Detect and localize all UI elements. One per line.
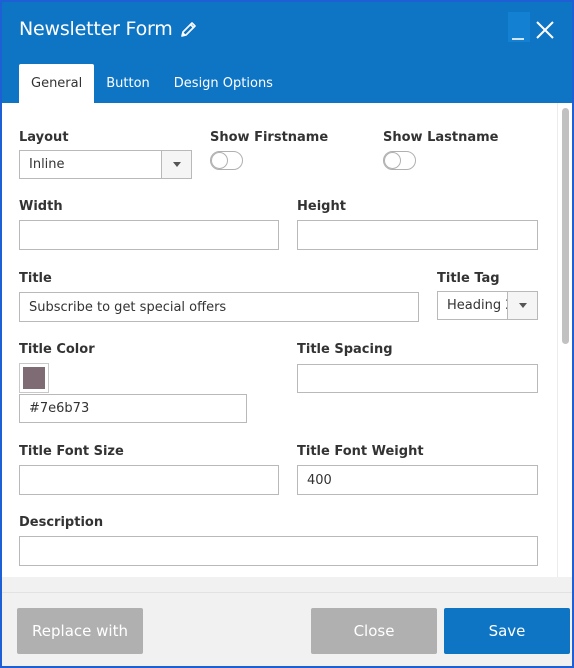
title-spacing-input[interactable] <box>297 364 538 393</box>
title-font-weight-label: Title Font Weight <box>297 444 424 459</box>
modal-title: Newsletter Form <box>19 18 173 40</box>
replace-with-button[interactable]: Replace with <box>17 608 143 654</box>
pencil-icon[interactable] <box>179 19 199 39</box>
title-wrap: Newsletter Form <box>19 18 199 40</box>
chevron-down-icon <box>161 151 191 178</box>
show-firstname-toggle[interactable] <box>210 151 243 170</box>
layout-select-value: Inline <box>29 157 65 172</box>
title-tag-label: Title Tag <box>437 271 500 286</box>
scrollbar-thumb[interactable] <box>562 108 569 344</box>
width-label: Width <box>19 199 63 214</box>
title-tag-select-value: Heading 2 <box>447 298 509 313</box>
title-color-label: Title Color <box>19 342 95 357</box>
title-label: Title <box>19 271 52 286</box>
title-tag-select[interactable]: Heading 2 <box>437 291 538 320</box>
color-swatch[interactable] <box>19 363 49 393</box>
title-color-input[interactable]: #7e6b73 <box>19 394 247 423</box>
height-label: Height <box>297 199 346 214</box>
tab-general[interactable]: General <box>19 64 95 103</box>
close-button[interactable]: Close <box>311 608 437 654</box>
height-input[interactable] <box>297 220 538 250</box>
title-spacing-label: Title Spacing <box>297 342 393 357</box>
color-swatch-fill <box>23 367 45 389</box>
minimize-icon[interactable] <box>508 12 530 42</box>
modal-header: Newsletter Form General Button Design Op… <box>2 2 572 103</box>
show-lastname-toggle[interactable] <box>383 151 416 170</box>
modal-footer: Replace with Close Save <box>2 592 572 666</box>
title-font-size-label: Title Font Size <box>19 444 124 459</box>
title-font-weight-input[interactable]: 400 <box>297 465 538 495</box>
scrollbar[interactable] <box>557 103 572 577</box>
layout-select[interactable]: Inline <box>19 150 192 179</box>
layout-label: Layout <box>19 130 69 145</box>
tab-design-options[interactable]: Design Options <box>162 64 285 103</box>
show-firstname-label: Show Firstname <box>210 130 329 145</box>
tab-button[interactable]: Button <box>94 64 162 103</box>
chevron-down-icon <box>507 292 537 319</box>
title-font-size-input[interactable] <box>19 465 279 495</box>
width-input[interactable] <box>19 220 279 250</box>
form-content: Layout Inline Show Firstname Show Lastna… <box>2 103 557 577</box>
tab-bar: General Button Design Options <box>19 64 285 103</box>
save-button[interactable]: Save <box>444 608 570 654</box>
show-lastname-label: Show Lastname <box>383 130 499 145</box>
description-label: Description <box>19 515 104 530</box>
close-icon[interactable] <box>535 20 555 40</box>
description-input[interactable] <box>19 536 538 566</box>
modal-window: Newsletter Form General Button Design Op… <box>0 0 574 668</box>
title-input[interactable]: Subscribe to get special offers <box>19 292 419 322</box>
